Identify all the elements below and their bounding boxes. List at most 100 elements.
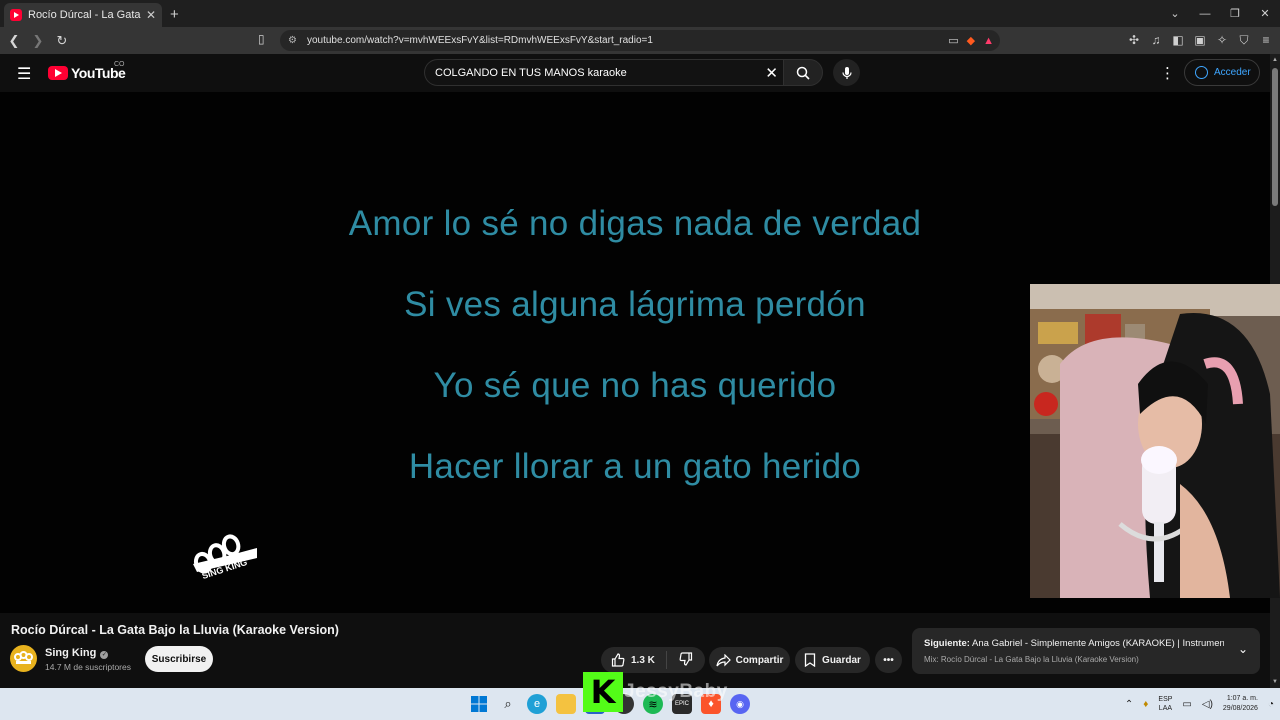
extension-icons: ✣ ♫ ◧ ▣ ✧ ⛉ ≡ xyxy=(1128,33,1272,48)
save-label: Guardar xyxy=(822,654,861,666)
channel-avatar-crown-icon xyxy=(14,651,33,664)
file-explorer-icon[interactable] xyxy=(556,694,576,714)
kick-logo-icon: K xyxy=(583,672,623,712)
expand-chevron-icon[interactable]: ⌄ xyxy=(1238,642,1248,656)
clock-time: 1:07 a. m. xyxy=(1226,695,1258,702)
lang-bottom: LAA xyxy=(1158,705,1173,712)
share-label: Compartir xyxy=(735,654,784,666)
sidebar-icon[interactable]: ◧ xyxy=(1172,33,1184,48)
site-settings-icon[interactable]: ⚙ xyxy=(288,35,297,46)
more-horizontal-icon: ••• xyxy=(883,654,894,666)
taskbar-search-icon[interactable]: ⌕ xyxy=(498,694,518,714)
streamer-webcam xyxy=(1030,284,1280,598)
vpn-shield-icon[interactable]: ⛉ xyxy=(1238,33,1250,48)
channel-avatar[interactable] xyxy=(10,645,37,672)
channel-name-text: Sing King xyxy=(45,647,97,659)
lyric-line-1: Amor lo sé no digas nada de verdad xyxy=(348,204,922,243)
share-arrow-icon xyxy=(715,653,731,666)
thumbs-down-icon xyxy=(679,651,693,666)
search-button[interactable] xyxy=(783,59,823,86)
microphone-tray-icon[interactable]: ♦ xyxy=(1143,699,1148,710)
guide-menu-icon[interactable]: ☰ xyxy=(17,64,31,84)
search-input[interactable]: COLGANDO EN TUS MANOS karaoke ✕ xyxy=(424,59,786,86)
like-dislike-group: 1.3 K xyxy=(601,647,705,673)
youtube-logo[interactable]: YouTube CO xyxy=(48,61,126,81)
country-code: CO xyxy=(114,61,125,68)
windows-start-icon[interactable] xyxy=(469,694,489,714)
wallet-icon[interactable]: ▣ xyxy=(1194,33,1206,48)
address-bar-icons: ▭ ◆ ▲ xyxy=(948,34,994,48)
microphone-icon xyxy=(841,66,852,79)
scrollbar-thumb[interactable] xyxy=(1272,68,1278,206)
next-video-title: Ana Gabriel - Simplemente Amigos (KARAOK… xyxy=(972,638,1224,649)
taskbar-clock[interactable]: 1:07 a. m. 29/08/2026 xyxy=(1223,694,1258,714)
video-title: Rocío Dúrcal - La Gata Bajo la Lluvia (K… xyxy=(11,623,339,637)
subscribe-button[interactable]: Suscribirse xyxy=(145,646,213,672)
more-actions-button[interactable]: ••• xyxy=(875,647,902,673)
system-tray: ⌃ ♦ ESP LAA ▭ ◁) 1:07 a. m. 29/08/2026 ◔ xyxy=(1125,688,1274,720)
browser-menu-icon[interactable]: ≡ xyxy=(1260,33,1272,48)
search-input-value: COLGANDO EN TUS MANOS karaoke xyxy=(435,66,627,79)
media-control-icon[interactable]: ♫ xyxy=(1150,33,1162,48)
discord-icon[interactable]: ◉ xyxy=(730,694,750,714)
youtube-favicon-icon xyxy=(10,9,22,21)
streamer-name: JessyBaby xyxy=(624,681,728,702)
settings-kebab-icon[interactable]: ⋮ xyxy=(1160,64,1175,82)
window-controls: ⌄ — ❐ ✕ xyxy=(1160,0,1280,27)
reload-icon[interactable]: ↻ xyxy=(52,33,72,49)
brave-shields-icon[interactable]: ◆ xyxy=(967,34,975,47)
minimize-icon[interactable]: — xyxy=(1190,8,1220,20)
save-button[interactable]: Guardar xyxy=(795,647,870,673)
lang-top: ESP xyxy=(1158,696,1173,703)
address-bar[interactable]: ⚙ youtube.com/watch?v=mvhWEExsFvY&list=R… xyxy=(280,30,1000,51)
notification-bell-icon[interactable]: ◔ xyxy=(1268,699,1274,710)
tab-close-icon[interactable]: ✕ xyxy=(146,8,156,22)
leo-ai-icon[interactable]: ✧ xyxy=(1216,33,1228,48)
signin-button[interactable]: Acceder xyxy=(1184,59,1260,86)
input-language[interactable]: ESP LAA xyxy=(1158,695,1172,713)
channel-name[interactable]: Sing King ✓ xyxy=(45,647,109,659)
close-window-icon[interactable]: ✕ xyxy=(1250,7,1280,20)
scroll-down-icon[interactable]: ▼ xyxy=(1272,679,1278,685)
network-icon[interactable]: ▭ xyxy=(1182,699,1191,710)
voice-search-button[interactable] xyxy=(833,59,860,86)
url-text: youtube.com/watch?v=mvhWEExsFvY&list=RDm… xyxy=(306,35,653,46)
restore-icon[interactable]: ❐ xyxy=(1220,7,1250,20)
browser-tab-bar: Rocío Dúrcal - La Gata Bajo la Lluvia ✕ … xyxy=(0,0,1280,27)
like-button[interactable]: 1.3 K xyxy=(601,651,667,669)
dislike-button[interactable] xyxy=(667,651,705,669)
clear-search-icon[interactable]: ✕ xyxy=(765,64,778,82)
browser-tab-active[interactable]: Rocío Dúrcal - La Gata Bajo la Lluvia ✕ xyxy=(4,3,162,27)
subscriber-count: 14.7 M de suscriptores xyxy=(45,662,131,672)
sing-king-watermark: SING KING xyxy=(187,530,263,594)
signin-label: Acceder xyxy=(1214,67,1251,78)
share-button[interactable]: Compartir xyxy=(709,647,790,673)
save-bookmark-icon xyxy=(804,653,816,667)
sing-king-crown-icon xyxy=(193,534,257,574)
tab-list-chevron-icon[interactable]: ⌄ xyxy=(1160,7,1190,20)
back-icon[interactable]: ❮ xyxy=(4,33,24,49)
screen: Rocío Dúrcal - La Gata Bajo la Lluvia ✕ … xyxy=(0,0,1280,720)
brave-rewards-icon[interactable]: ▲ xyxy=(983,35,994,47)
user-circle-icon xyxy=(1195,66,1208,79)
next-video-line: Siguiente: Ana Gabriel - Simplemente Ami… xyxy=(924,638,1224,649)
thumbs-up-icon xyxy=(611,653,625,667)
scroll-up-icon[interactable]: ▲ xyxy=(1272,57,1278,63)
mix-title: Mix: Rocío Dúrcal - La Gata Bajo la Lluv… xyxy=(924,655,1139,664)
tray-overflow-icon[interactable]: ⌃ xyxy=(1125,699,1133,710)
youtube-header: ☰ YouTube CO COLGANDO EN TUS MANOS karao… xyxy=(0,54,1270,92)
volume-icon[interactable]: ◁) xyxy=(1202,699,1213,710)
edge-browser-icon[interactable]: e xyxy=(527,694,547,714)
forward-icon[interactable]: ❯ xyxy=(28,33,48,49)
youtube-play-icon xyxy=(48,66,68,80)
browser-toolbar: ❮ ❯ ↻ ▯ ⚙ youtube.com/watch?v=mvhWEExsFv… xyxy=(0,27,1280,54)
extensions-puzzle-icon[interactable]: ✣ xyxy=(1128,33,1140,48)
cast-icon[interactable]: ▭ xyxy=(948,34,958,47)
verified-icon: ✓ xyxy=(100,651,109,659)
clock-date: 29/08/2026 xyxy=(1222,705,1258,712)
like-count: 1.3 K xyxy=(631,654,655,666)
new-tab-button[interactable]: + xyxy=(170,6,179,23)
webcam-image xyxy=(1030,284,1280,598)
bookmark-icon[interactable]: ▯ xyxy=(258,32,265,46)
next-video-panel[interactable]: Siguiente: Ana Gabriel - Simplemente Ami… xyxy=(912,628,1260,674)
